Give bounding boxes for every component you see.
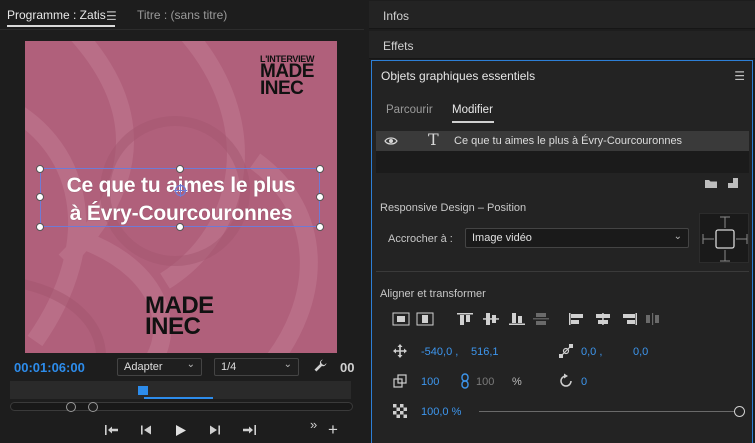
eye-visibility-icon[interactable] <box>384 136 398 146</box>
in-out-range-bar <box>144 397 213 399</box>
distribute-horizontal-icon <box>646 313 659 325</box>
resize-handle-bl[interactable] <box>36 223 44 231</box>
active-tab-underline <box>7 25 115 27</box>
pin-to-value: Image vidéo <box>472 232 532 244</box>
wrench-icon[interactable] <box>313 358 328 373</box>
chevron-down-icon: ⌄ <box>283 359 292 370</box>
align-top-icon[interactable] <box>456 312 474 326</box>
effets-panel-header[interactable]: Effets <box>369 31 755 59</box>
new-layer-icon[interactable] <box>727 177 739 189</box>
playhead-handle[interactable] <box>138 386 148 395</box>
align-middle-icon[interactable] <box>482 312 500 326</box>
align-transform-label: Aligner et transformer <box>380 288 486 300</box>
align-right-icon[interactable] <box>620 312 638 326</box>
layer-row[interactable]: T Ce que tu aimes le plus à Évry-Courcou… <box>376 130 749 151</box>
folder-icon[interactable] <box>704 178 718 189</box>
tab-title[interactable]: Titre : (sans titre) <box>137 8 227 22</box>
brand-top-line2: INEC <box>260 78 304 100</box>
chevron-down-icon: ⌄ <box>186 359 195 370</box>
play-icon[interactable] <box>174 424 188 437</box>
align-bottom-icon[interactable] <box>508 312 526 326</box>
infos-panel-header[interactable]: Infos <box>369 1 755 29</box>
position-x-value[interactable]: -540,0 , <box>421 346 458 358</box>
text-layer-icon: T <box>428 130 439 149</box>
right-panels: Infos Effets Objets graphiques essentiel… <box>369 0 755 443</box>
resize-handle-tc[interactable] <box>176 165 184 173</box>
opacity-slider-track[interactable] <box>479 411 741 412</box>
resize-handle-bc[interactable] <box>176 223 184 231</box>
panel-menu-icon[interactable]: ☰ <box>106 9 117 23</box>
effets-panel-title: Effets <box>383 39 414 53</box>
distribute-vertical-icon <box>533 313 549 325</box>
essential-graphics-title: Objets graphiques essentiels <box>381 69 536 83</box>
rotation-value[interactable]: 0 <box>581 376 587 388</box>
step-back-icon[interactable] <box>139 424 153 436</box>
pin-to-select[interactable]: Image vidéo ⌄ <box>465 228 689 248</box>
chevron-down-icon: ⌄ <box>673 231 682 242</box>
infos-panel-title: Infos <box>383 9 410 23</box>
playhead-timecode[interactable]: 00:01:06:00 <box>14 360 85 375</box>
pin-edges-widget[interactable] <box>699 213 749 263</box>
active-tab-underline <box>452 121 494 123</box>
position-y-value[interactable]: 516,1 <box>471 346 499 358</box>
align-vertical-center-frame-icon[interactable] <box>392 312 410 326</box>
anchor-point-property-icon <box>559 344 573 358</box>
position-move-icon <box>393 344 407 358</box>
program-monitor-panel: Programme : Zatis ☰ Titre : (sans titre)… <box>0 0 364 443</box>
more-controls-icon[interactable]: » <box>310 417 317 432</box>
pin-to-label: Accrocher à : <box>388 233 453 245</box>
playback-resolution-select[interactable]: 1/4 ⌄ <box>214 358 299 376</box>
tab-program[interactable]: Programme : Zatis <box>7 8 106 22</box>
button-editor-plus-icon[interactable]: + <box>328 421 338 438</box>
layer-name: Ce que tu aimes le plus à Évry-Courcouro… <box>454 135 683 147</box>
resize-handle-ml[interactable] <box>36 193 44 201</box>
scale-height-value: 100 <box>476 376 495 388</box>
brand-bottom-line2: INEC <box>145 312 201 340</box>
essential-graphics-panel: Objets graphiques essentiels ☰ Parcourir… <box>371 60 753 443</box>
resize-handle-mr[interactable] <box>316 193 324 201</box>
resize-handle-tl[interactable] <box>36 165 44 173</box>
zoom-fit-select[interactable]: Adapter ⌄ <box>117 358 202 376</box>
zoom-fit-value: Adapter <box>124 361 163 373</box>
canvas-title-text[interactable]: Ce que tu aimes le plus à Évry-Courcouro… <box>41 172 321 228</box>
brand-logo-bottom: MADE INEC <box>145 294 214 340</box>
scale-icon <box>393 374 407 388</box>
anchor-y-value[interactable]: 0,0 <box>633 346 648 358</box>
mark-out-icon[interactable] <box>241 424 257 436</box>
pin-edges-diagram <box>702 216 748 262</box>
zoom-scrollbar-handle-left[interactable] <box>66 402 76 412</box>
align-horizontal-center-frame-icon[interactable] <box>416 312 434 326</box>
align-center-icon[interactable] <box>594 312 612 326</box>
scale-unit: % <box>512 376 522 388</box>
zoom-scrollbar[interactable] <box>10 402 353 411</box>
anchor-point-icon[interactable] <box>174 184 187 197</box>
duration-readout: 00 <box>340 360 355 375</box>
program-monitor-tabs: Programme : Zatis ☰ Titre : (sans titre) <box>0 0 364 30</box>
step-forward-icon[interactable] <box>208 424 222 436</box>
zoom-scrollbar-handle-right[interactable] <box>88 402 98 412</box>
resize-handle-br[interactable] <box>316 223 324 231</box>
tab-browse[interactable]: Parcourir <box>386 104 433 116</box>
section-divider <box>376 271 749 272</box>
opacity-slider-handle[interactable] <box>734 406 745 417</box>
mark-in-icon[interactable] <box>104 424 120 436</box>
scale-width-value[interactable]: 100 <box>421 376 439 388</box>
panel-menu-icon[interactable]: ☰ <box>734 69 745 83</box>
align-left-icon[interactable] <box>568 312 586 326</box>
opacity-value[interactable]: 100,0 % <box>421 406 461 418</box>
rotation-icon <box>560 373 572 387</box>
layer-list: T Ce que tu aimes le plus à Évry-Courcou… <box>376 130 749 173</box>
responsive-design-label: Responsive Design – Position <box>380 202 527 214</box>
link-icon[interactable] <box>460 373 470 389</box>
opacity-checker-icon <box>393 404 407 418</box>
playback-resolution-value: 1/4 <box>221 361 237 373</box>
resize-handle-tr[interactable] <box>316 165 324 173</box>
anchor-x-value[interactable]: 0,0 , <box>581 346 602 358</box>
tab-edit[interactable]: Modifier <box>452 104 493 116</box>
brand-logo-top: L'INTERVIEW MADE INEC <box>260 54 314 100</box>
